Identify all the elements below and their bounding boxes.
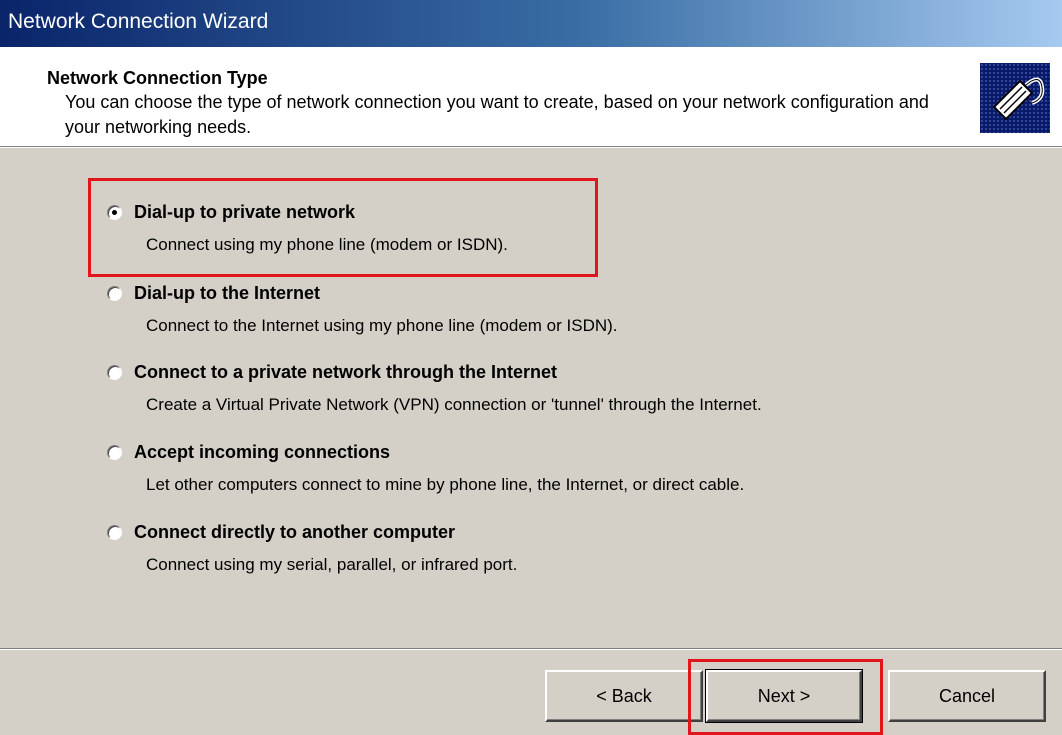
option-label[interactable]: Accept incoming connections [134,441,390,463]
option-label[interactable]: Dial-up to the Internet [134,282,320,304]
option-description: Connect using my serial, parallel, or in… [146,555,518,574]
radio-button[interactable] [107,286,122,301]
option-description: Create a Virtual Private Network (VPN) c… [146,395,762,414]
option-description: Connect to the Internet using my phone l… [146,316,618,335]
radio-button[interactable] [107,525,122,540]
network-cable-icon [980,63,1050,133]
page-title: Network Connection Type [47,68,268,88]
option-label[interactable]: Connect to a private network through the… [134,361,557,383]
title-bar[interactable]: Network Connection Wizard [0,0,1062,47]
header-divider [0,146,1062,148]
highlight-box-option [88,178,598,277]
cancel-button[interactable]: Cancel [888,670,1046,722]
radio-button[interactable] [107,365,122,380]
radio-button[interactable] [107,445,122,460]
page-description: You can choose the type of network conne… [65,92,929,137]
wizard-header: Network Connection Type You can choose t… [0,47,1062,146]
window-title: Network Connection Wizard [8,10,269,33]
back-button[interactable]: < Back [545,670,703,722]
footer-divider [0,648,1062,650]
option-description: Let other computers connect to mine by p… [146,475,745,494]
highlight-box-next [688,659,883,735]
option-label[interactable]: Connect directly to another computer [134,521,455,543]
